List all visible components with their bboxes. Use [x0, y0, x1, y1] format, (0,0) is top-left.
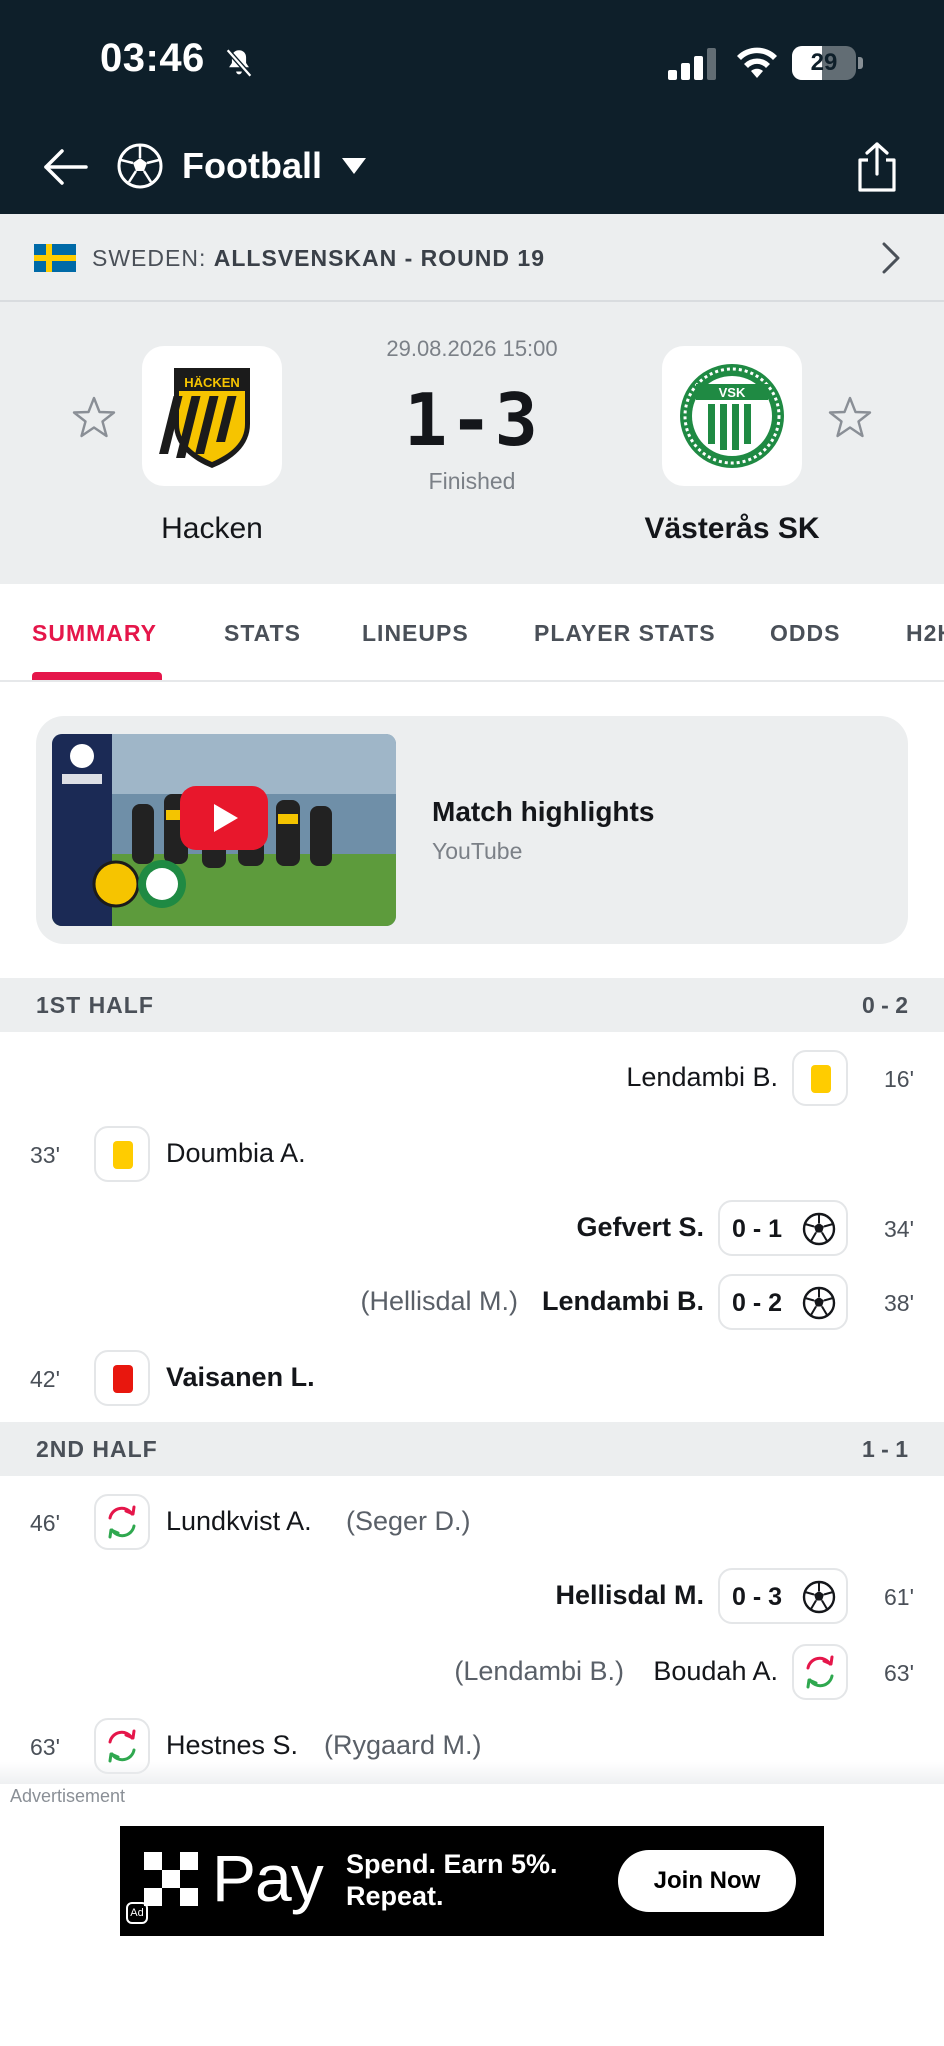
event-minute: 38' — [884, 1290, 914, 1316]
league-country: SWEDEN: — [92, 245, 207, 271]
first-half-score: 0 - 2 — [861, 992, 908, 1018]
first-half-header: 1ST HALF 0 - 2 — [0, 978, 944, 1032]
tab-summary[interactable]: SUMMARY — [32, 620, 157, 647]
signal-icon — [668, 48, 716, 80]
pay-logo-icon — [144, 1852, 198, 1906]
substitution-icon — [94, 1494, 150, 1550]
goal-badge: 0 - 3 — [718, 1568, 848, 1624]
back-arrow-icon[interactable] — [40, 142, 90, 192]
second-half-label: 2ND HALF — [36, 1436, 158, 1462]
event-player[interactable]: Gefvert S. — [576, 1212, 704, 1243]
second-half-header: 2ND HALF 1 - 1 — [0, 1422, 944, 1476]
status-time: 03:46 — [100, 36, 205, 80]
football-icon — [802, 1212, 836, 1246]
league-competition: ALLSVENSKAN - ROUND 19 — [213, 245, 545, 271]
active-tab-indicator — [32, 672, 162, 680]
match-status: Finished — [428, 468, 516, 494]
event-minute: 34' — [884, 1216, 914, 1242]
goal-score: 0 - 1 — [732, 1215, 783, 1243]
event-minute: 61' — [884, 1584, 914, 1610]
hacken-crest-icon: HÄCKEN — [159, 368, 250, 468]
event-minute: 63' — [884, 1660, 914, 1686]
home-team-name[interactable]: Hacken — [72, 512, 352, 546]
away-logo-text: VSK — [719, 385, 746, 400]
sweden-flag-icon — [34, 244, 76, 272]
event-player[interactable]: Boudah A. — [653, 1656, 778, 1687]
football-icon — [117, 143, 163, 189]
ad-label: Advertisement — [10, 1786, 126, 1806]
ad-tagline-line-2: Repeat. — [346, 1881, 444, 1911]
first-half-label: 1ST HALF — [36, 992, 154, 1018]
event-player-out[interactable]: (Lendambi B.) — [454, 1656, 624, 1687]
event-player[interactable]: Lendambi B. — [626, 1062, 778, 1093]
tab-odds[interactable]: ODDS — [770, 620, 840, 647]
tab-player-stats[interactable]: PLAYER STATS — [534, 620, 716, 647]
yellow-card-icon — [94, 1126, 150, 1182]
highlights-thumbnail[interactable] — [52, 734, 396, 926]
goal-badge: 0 - 2 — [718, 1274, 848, 1330]
event-minute: 16' — [884, 1066, 914, 1092]
football-icon — [802, 1580, 836, 1614]
second-half-score: 1 - 1 — [861, 1436, 908, 1462]
event-player[interactable]: Lendambi B. — [542, 1286, 704, 1317]
scroll-fade — [0, 1762, 944, 1786]
ad-banner[interactable]: Pay Spend. Earn 5%. Repeat. Join Now Ad — [120, 1826, 824, 1936]
sport-selector-label[interactable]: Football — [182, 145, 322, 187]
ad-tagline: Spend. Earn 5%. Repeat. — [346, 1848, 558, 1912]
league-title[interactable]: SWEDEN: ALLSVENSKAN - ROUND 19 — [92, 244, 545, 272]
red-card-icon — [94, 1350, 150, 1406]
tab-stats[interactable]: STATS — [224, 620, 301, 647]
event-player-out[interactable]: (Seger D.) — [346, 1506, 471, 1537]
event-player[interactable]: Lundkvist A. — [166, 1506, 312, 1537]
bell-muted-icon — [225, 48, 253, 78]
caret-down-icon[interactable] — [340, 156, 368, 176]
tab-lineups[interactable]: LINEUPS — [362, 620, 469, 647]
home-team-logo[interactable]: HÄCKEN — [142, 346, 282, 486]
favorite-star-away-icon[interactable] — [826, 394, 874, 442]
tab-h2h[interactable]: H2H — [906, 620, 944, 647]
chevron-right-icon[interactable] — [876, 238, 906, 278]
match-tabs: SUMMARY STATS LINEUPS PLAYER STATS ODDS … — [0, 584, 944, 682]
share-icon[interactable] — [852, 140, 902, 194]
event-player[interactable]: Vaisanen L. — [166, 1362, 315, 1393]
event-minute: 33' — [30, 1142, 60, 1168]
event-minute: 42' — [30, 1366, 60, 1392]
away-team-logo[interactable]: VSK — [662, 346, 802, 486]
app-header: 03:46 29 Football — [0, 0, 944, 214]
away-team-name[interactable]: Västerås SK — [592, 512, 872, 546]
favorite-star-home-icon[interactable] — [70, 394, 118, 442]
match-score: 1-3 — [403, 378, 541, 462]
goal-badge: 0 - 1 — [718, 1200, 848, 1256]
ad-choices-icon[interactable]: Ad — [126, 1902, 148, 1924]
vasteras-crest-icon: VSK — [680, 364, 784, 468]
yellow-card-icon — [792, 1050, 848, 1106]
wifi-icon — [737, 47, 777, 78]
match-datetime: 29.08.2026 15:00 — [386, 336, 558, 361]
event-player[interactable]: Hellisdal M. — [555, 1580, 704, 1611]
home-logo-text: HÄCKEN — [184, 375, 240, 390]
event-minute: 63' — [30, 1734, 60, 1760]
ad-tagline-line-1: Spend. Earn 5%. — [346, 1849, 558, 1879]
highlights-title[interactable]: Match highlights — [432, 796, 654, 828]
substitution-icon — [792, 1644, 848, 1700]
event-player[interactable]: Doumbia A. — [166, 1138, 306, 1169]
ad-join-button[interactable]: Join Now — [618, 1850, 796, 1912]
goal-score: 0 - 3 — [732, 1583, 783, 1611]
goal-score: 0 - 2 — [732, 1289, 783, 1317]
football-icon — [802, 1286, 836, 1320]
ad-brand: Pay — [212, 1841, 324, 1915]
highlights-source: YouTube — [432, 838, 523, 864]
event-player-out[interactable]: (Rygaard M.) — [324, 1730, 482, 1761]
battery-level: 29 — [810, 49, 838, 76]
battery-icon: 29 — [792, 46, 864, 80]
event-assist[interactable]: (Hellisdal M.) — [360, 1286, 518, 1317]
event-player[interactable]: Hestnes S. — [166, 1730, 298, 1761]
event-minute: 46' — [30, 1510, 60, 1536]
